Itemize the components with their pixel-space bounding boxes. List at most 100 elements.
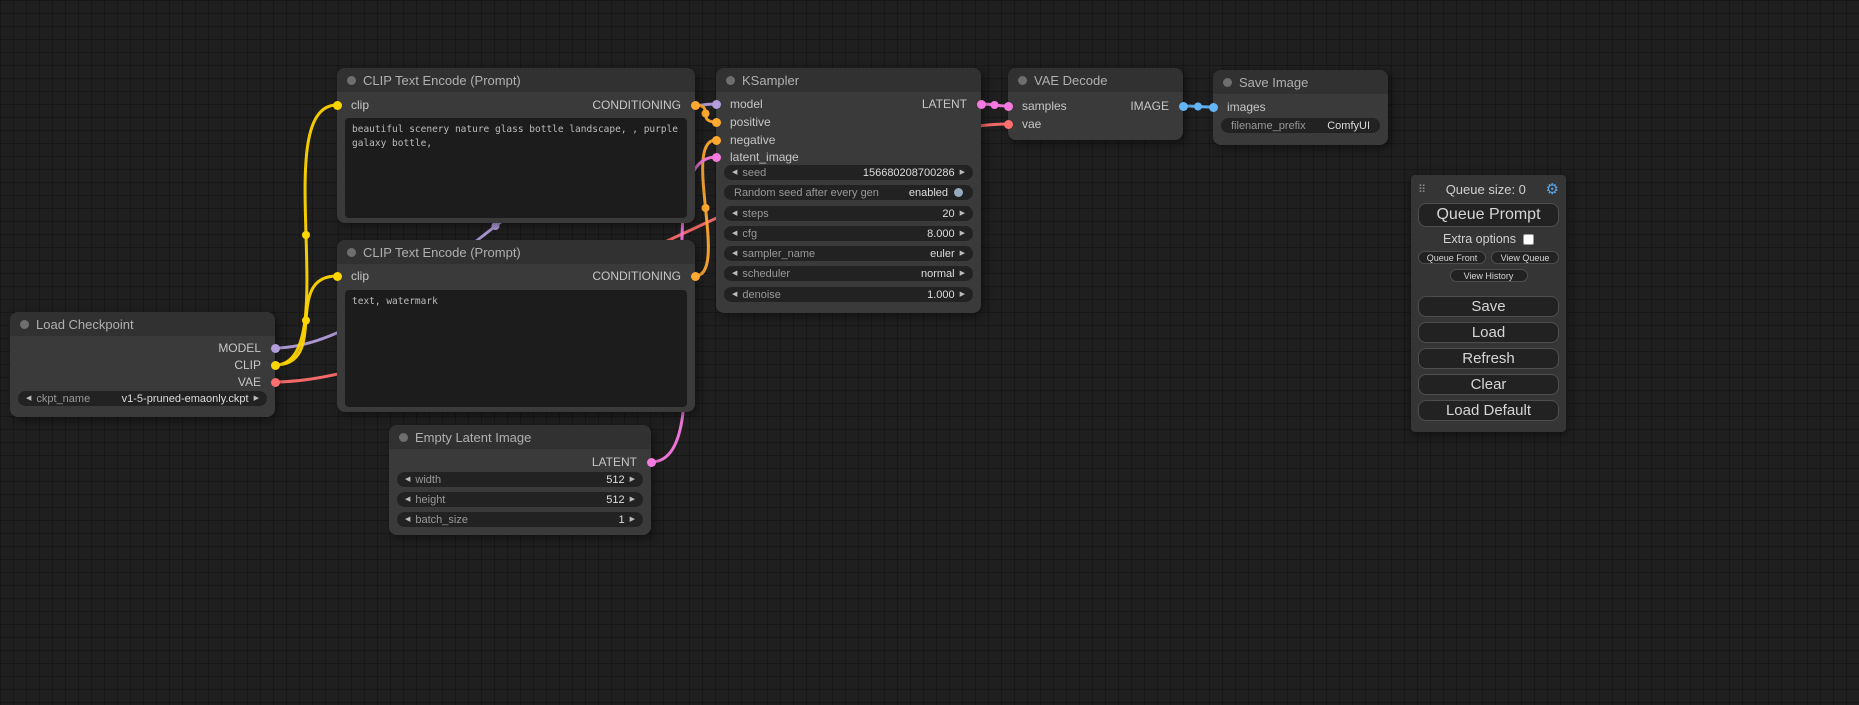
widget-cfg[interactable]: ◀ cfg 8.000 ▶ xyxy=(724,226,973,241)
node-title: KSampler xyxy=(742,73,799,88)
toggle-knob[interactable] xyxy=(954,188,963,197)
view-queue-button[interactable]: View Queue xyxy=(1491,251,1559,264)
node-load-checkpoint[interactable]: Load Checkpoint MODEL CLIP VAE ◀ ckpt_na… xyxy=(10,312,275,417)
node-header[interactable]: KSampler xyxy=(716,68,981,92)
node-empty-latent-image[interactable]: Empty Latent Image LATENT ◀ width 512 ▶ … xyxy=(389,425,651,535)
decrement-arrow-icon[interactable]: ◀ xyxy=(400,512,415,527)
next-value-arrow-icon[interactable]: ▶ xyxy=(955,266,970,281)
settings-gear-icon[interactable]: ⚙ xyxy=(1546,180,1559,198)
widget-scheduler[interactable]: ◀ scheduler normal ▶ xyxy=(724,266,973,281)
slot-label: MODEL xyxy=(218,341,261,355)
input-dot-clip[interactable] xyxy=(333,101,342,110)
widget-value: 512 xyxy=(606,494,624,506)
input-slot-images: images xyxy=(1213,99,1266,115)
increment-arrow-icon[interactable]: ▶ xyxy=(955,226,970,241)
input-dot-clip[interactable] xyxy=(333,272,342,281)
view-history-button[interactable]: View History xyxy=(1450,269,1528,282)
output-dot-vae[interactable] xyxy=(271,378,280,387)
widget-width[interactable]: ◀ width 512 ▶ xyxy=(397,472,643,487)
extra-options-checkbox[interactable] xyxy=(1523,234,1534,245)
decrement-arrow-icon[interactable]: ◀ xyxy=(727,226,742,241)
slot-label: VAE xyxy=(238,375,261,389)
output-slot-conditioning: CONDITIONING xyxy=(592,97,695,113)
input-dot-latent-image[interactable] xyxy=(712,153,721,162)
node-header[interactable]: VAE Decode xyxy=(1008,68,1183,92)
node-clip-text-encode-positive[interactable]: CLIP Text Encode (Prompt) clip CONDITION… xyxy=(337,68,695,223)
node-header[interactable]: CLIP Text Encode (Prompt) xyxy=(337,240,695,264)
widget-label: Random seed after every gen xyxy=(734,187,879,199)
decrement-arrow-icon[interactable]: ◀ xyxy=(400,492,415,507)
widget-ckpt-name[interactable]: ◀ ckpt_name v1-5-pruned-emaonly.ckpt ▶ xyxy=(18,391,267,406)
wire-center-dot xyxy=(302,317,310,325)
output-dot-clip[interactable] xyxy=(271,361,280,370)
widget-height[interactable]: ◀ height 512 ▶ xyxy=(397,492,643,507)
node-save-image[interactable]: Save Image images filename_prefix ComfyU… xyxy=(1213,70,1388,145)
widget-filename-prefix[interactable]: filename_prefix ComfyUI xyxy=(1221,118,1380,133)
widget-random-seed[interactable]: Random seed after every gen enabled xyxy=(724,185,973,200)
node-clip-text-encode-negative[interactable]: CLIP Text Encode (Prompt) clip CONDITION… xyxy=(337,240,695,412)
input-dot-samples[interactable] xyxy=(1004,102,1013,111)
widget-denoise[interactable]: ◀ denoise 1.000 ▶ xyxy=(724,287,973,302)
output-dot-image[interactable] xyxy=(1179,102,1188,111)
widget-label: denoise xyxy=(742,289,781,301)
next-value-arrow-icon[interactable]: ▶ xyxy=(955,246,970,261)
prev-value-arrow-icon[interactable]: ◀ xyxy=(727,266,742,281)
collapse-toggle-icon[interactable] xyxy=(347,248,356,257)
input-dot-negative[interactable] xyxy=(712,136,721,145)
collapse-toggle-icon[interactable] xyxy=(1223,78,1232,87)
node-header[interactable]: Empty Latent Image xyxy=(389,425,651,449)
increment-arrow-icon[interactable]: ▶ xyxy=(955,165,970,180)
collapse-toggle-icon[interactable] xyxy=(20,320,29,329)
widget-seed[interactable]: ◀ seed 156680208700286 ▶ xyxy=(724,165,973,180)
decrement-arrow-icon[interactable]: ◀ xyxy=(727,165,742,180)
graph-canvas[interactable]: { "colors": { "model": "#B39DDB", "clip"… xyxy=(0,0,1859,705)
increment-arrow-icon[interactable]: ▶ xyxy=(955,206,970,221)
collapse-toggle-icon[interactable] xyxy=(726,76,735,85)
load-button[interactable]: Load xyxy=(1418,322,1559,343)
increment-arrow-icon[interactable]: ▶ xyxy=(625,512,640,527)
input-dot-images[interactable] xyxy=(1209,103,1218,112)
widget-batch-size[interactable]: ◀ batch_size 1 ▶ xyxy=(397,512,643,527)
clear-button[interactable]: Clear xyxy=(1418,374,1559,395)
save-button[interactable]: Save xyxy=(1418,296,1559,317)
output-dot-conditioning[interactable] xyxy=(691,101,700,110)
collapse-toggle-icon[interactable] xyxy=(347,76,356,85)
prev-value-arrow-icon[interactable]: ◀ xyxy=(21,391,36,406)
input-dot-positive[interactable] xyxy=(712,118,721,127)
input-dot-vae[interactable] xyxy=(1004,120,1013,129)
widget-sampler-name[interactable]: ◀ sampler_name euler ▶ xyxy=(724,246,973,261)
node-header[interactable]: Load Checkpoint xyxy=(10,312,275,336)
decrement-arrow-icon[interactable]: ◀ xyxy=(400,472,415,487)
increment-arrow-icon[interactable]: ▶ xyxy=(955,287,970,302)
node-ksampler[interactable]: KSampler model positive negative latent_… xyxy=(716,68,981,313)
increment-arrow-icon[interactable]: ▶ xyxy=(625,492,640,507)
menu-panel[interactable]: ⠿ Queue size: 0 ⚙ Queue Prompt Extra opt… xyxy=(1411,175,1566,432)
queue-prompt-button[interactable]: Queue Prompt xyxy=(1418,203,1559,227)
node-vae-decode[interactable]: VAE Decode samples vae IMAGE xyxy=(1008,68,1183,140)
drag-handle-icon[interactable]: ⠿ xyxy=(1418,183,1426,196)
widget-label: scheduler xyxy=(742,268,790,280)
output-dot-conditioning[interactable] xyxy=(691,272,700,281)
prev-value-arrow-icon[interactable]: ◀ xyxy=(727,246,742,261)
positive-prompt-textarea[interactable]: beautiful scenery nature glass bottle la… xyxy=(345,118,687,218)
collapse-toggle-icon[interactable] xyxy=(399,433,408,442)
queue-front-button[interactable]: Queue Front xyxy=(1418,251,1486,264)
widget-value: enabled xyxy=(909,187,948,199)
refresh-button[interactable]: Refresh xyxy=(1418,348,1559,369)
load-default-button[interactable]: Load Default xyxy=(1418,400,1559,421)
input-slot-samples: samples xyxy=(1008,98,1067,114)
increment-arrow-icon[interactable]: ▶ xyxy=(625,472,640,487)
negative-prompt-textarea[interactable]: text, watermark xyxy=(345,290,687,407)
node-header[interactable]: Save Image xyxy=(1213,70,1388,94)
next-value-arrow-icon[interactable]: ▶ xyxy=(249,391,264,406)
widget-steps[interactable]: ◀ steps 20 ▶ xyxy=(724,206,973,221)
decrement-arrow-icon[interactable]: ◀ xyxy=(727,206,742,221)
output-dot-latent[interactable] xyxy=(977,100,986,109)
output-dot-model[interactable] xyxy=(271,344,280,353)
output-dot-latent[interactable] xyxy=(647,458,656,467)
input-dot-model[interactable] xyxy=(712,100,721,109)
node-header[interactable]: CLIP Text Encode (Prompt) xyxy=(337,68,695,92)
input-slot-clip: clip xyxy=(337,97,369,113)
decrement-arrow-icon[interactable]: ◀ xyxy=(727,287,742,302)
collapse-toggle-icon[interactable] xyxy=(1018,76,1027,85)
